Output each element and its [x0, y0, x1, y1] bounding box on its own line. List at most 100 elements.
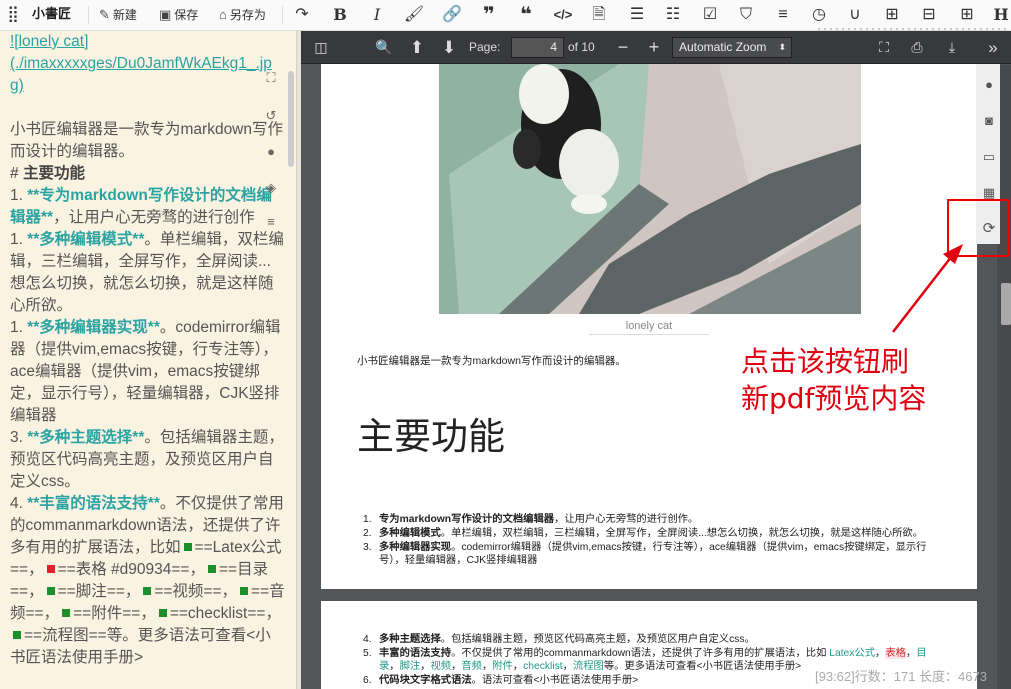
list-rest: ，让用户心无旁骛的进行创作。 — [554, 514, 699, 525]
save-icon: ▣ — [159, 7, 172, 22]
syntax-tag: 视频 — [430, 661, 452, 672]
new-label: 新建 — [112, 8, 137, 22]
list-rest: 。包括编辑器主题，预览区代码高亮主题，及预览区用户自定义css。 — [440, 634, 755, 645]
italic-icon[interactable]: I — [364, 0, 390, 30]
list-item: 4. 多种主题选择。包括编辑器主题，预览区代码高亮主题，及预览区用户自定义css。 — [357, 633, 947, 646]
grid-menu-icon[interactable]: ⣿ — [0, 0, 26, 30]
list-num: 3. — [363, 542, 372, 553]
red-marker — [46, 565, 55, 573]
search-icon[interactable]: 🔍 — [372, 31, 396, 64]
list-rest: ， — [875, 648, 886, 659]
list-num: 4. — [363, 634, 372, 645]
list-rest: ， — [420, 661, 431, 672]
markdown-editor[interactable]: ![lonely cat] (./imaxxxxxges/Du0JamfWkAE… — [0, 31, 296, 689]
next-page-icon[interactable]: ⬇ — [437, 31, 461, 64]
green-marker — [46, 587, 55, 595]
redo-icon[interactable]: ↷ — [289, 0, 315, 30]
download-icon[interactable]: ⤓ — [940, 31, 964, 64]
previous-page-icon[interactable]: ⬆ — [405, 31, 429, 64]
pdf-scrollbar-thumb[interactable] — [1001, 283, 1011, 325]
save-button[interactable]: ▣ 保存 — [159, 0, 198, 30]
code-icon[interactable]: </> — [550, 0, 576, 30]
annotation-arrow — [892, 244, 963, 333]
theme-drop-icon[interactable]: ● — [980, 76, 998, 94]
callout-line: 点击该按钮刷 — [741, 345, 910, 378]
editor-intro-line: 小书匠编辑器是一款专为markdown写作而设计的编辑器。 — [10, 121, 283, 160]
page-total: of 10 — [568, 40, 595, 54]
annotation-callout: 点击该按钮刷 新pdf预览内容 — [741, 343, 926, 417]
list-bold: 代码块文字格式语法 — [379, 675, 472, 686]
list-num: 5. — [363, 648, 372, 659]
camera-icon[interactable]: ◙ — [980, 112, 998, 130]
menu-icon[interactable]: ≡ — [262, 213, 280, 231]
green-marker — [13, 631, 21, 639]
list-rest: 。codemirror编辑器（提供vim,emacs按键，行专注等），ace编辑… — [379, 542, 927, 566]
tools-icon[interactable]: » — [981, 31, 1005, 64]
pdf-intro: 小书匠编辑器是一款专为markdown写作而设计的编辑器。 — [357, 355, 626, 367]
edit-icon: ✎ — [99, 7, 110, 22]
list-rest: 。不仅提供了常用的commanmarkdown语法，还提供了许多有用的扩展语法，… — [451, 648, 830, 659]
zoom-out-icon[interactable]: − — [611, 31, 635, 64]
editor-line: ![lonely cat] — [10, 33, 89, 50]
checklist-icon[interactable]: ☑ — [697, 0, 723, 30]
brush-icon[interactable]: 🖌 — [401, 0, 427, 30]
page-number-input[interactable]: 4 — [511, 37, 564, 58]
save-label: 保存 — [174, 8, 199, 22]
theme-drop-icon[interactable]: ● — [262, 143, 280, 161]
hr-icon[interactable]: ≡ — [770, 0, 796, 30]
list-item: 2. 多种编辑模式。单栏编辑，双栏编辑，三栏编辑，全屏写作，全屏阅读...想怎么切… — [357, 527, 947, 540]
green-marker — [183, 543, 192, 551]
list-prefix: 3. — [10, 429, 28, 446]
blockquote-icon[interactable]: ❝ — [513, 0, 539, 30]
list-num: 1. — [363, 514, 372, 525]
list-bold: 多种编辑器实现 — [379, 542, 452, 553]
editor-line: g) — [10, 77, 24, 94]
fullscreen-icon[interactable]: ⛶ — [262, 69, 280, 87]
monitor-icon[interactable]: ▭ — [980, 148, 998, 166]
link-icon[interactable]: 🔗 — [439, 0, 465, 30]
arrow-head — [943, 244, 963, 264]
photo-caption: lonely cat — [589, 320, 709, 335]
list-bold: **多种编辑器实现** — [27, 319, 160, 336]
zoom-in-icon[interactable]: + — [642, 31, 666, 64]
heading-icon[interactable]: ⛉ — [733, 0, 759, 30]
save-as-button[interactable]: ⌂ 另存为 — [219, 0, 266, 30]
list-rest: 。语法可查看<小书匠语法使用手册> — [471, 675, 639, 686]
presentation-icon[interactable]: ⛶ — [872, 31, 896, 64]
image-icon[interactable]: 🗎 — [586, 0, 612, 30]
ordered-list-icon[interactable]: ☰ — [624, 0, 650, 30]
list-bold: 丰富的语法支持 — [379, 648, 452, 659]
callout-line: 新pdf预览内容 — [741, 382, 927, 415]
editor-list-item: 1. **专为markdown写作设计的文档编辑器**，让用户心无旁骛的进行创作 — [10, 185, 286, 229]
app-logo: 小書匠 — [32, 7, 72, 22]
toolbar-divider — [88, 6, 89, 24]
unordered-list-icon[interactable]: ☷ — [660, 0, 686, 30]
list-rest: ==表格 #d90934==， — [57, 561, 205, 578]
green-marker — [62, 609, 71, 617]
editor-scrollbar[interactable] — [288, 71, 294, 167]
bold-icon[interactable]: B — [327, 0, 353, 30]
list-prefix: 1. — [10, 319, 28, 336]
list-num: 2. — [363, 528, 372, 539]
save-as-label: 另存为 — [229, 8, 266, 22]
sidebar-toggle-icon[interactable]: ◫ — [309, 31, 333, 64]
list-num: 6. — [363, 675, 372, 686]
cube-icon[interactable]: ◈ — [262, 179, 280, 197]
list-prefix: 1. — [10, 231, 28, 248]
list-rest: ， — [905, 648, 917, 659]
green-marker — [207, 565, 216, 573]
quote-icon[interactable]: ❞ — [476, 0, 502, 30]
list-rest: ， — [481, 661, 493, 672]
list-rest: ==脚注==， — [57, 583, 141, 600]
list-bold: **多种主题选择** — [27, 429, 145, 446]
print-icon[interactable]: ⎙ — [905, 31, 929, 64]
history-icon[interactable]: ↺ — [262, 107, 280, 125]
syntax-tag: 流程图 — [572, 661, 604, 672]
zoom-select[interactable]: Automatic Zoom ⬍ — [672, 37, 792, 58]
arrow-line — [892, 251, 956, 333]
editor-list-item: 1. **多种编辑器实现**。codemirror编辑器（提供vim,emacs… — [10, 317, 286, 427]
list-rest: ， — [562, 661, 573, 672]
new-button[interactable]: ✎ 新建 — [99, 0, 137, 30]
toolbar-divider — [282, 6, 283, 24]
editor-content[interactable]: ![lonely cat] (./imaxxxxxges/Du0JamfWkAE… — [10, 31, 286, 669]
